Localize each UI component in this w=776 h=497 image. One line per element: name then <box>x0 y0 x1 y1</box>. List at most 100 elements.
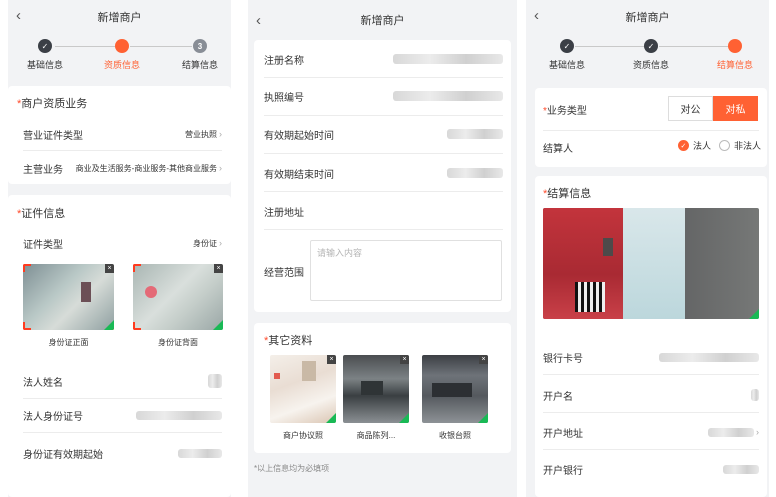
registered-address-row[interactable]: 注册地址 <box>254 200 511 222</box>
progress-stepper: ✓ 基础信息 资质信息 3 结算信息 <box>8 34 231 80</box>
business-scope-textarea[interactable]: 请输入内容 <box>310 240 502 301</box>
field-label: 法人身份证号 <box>23 411 83 423</box>
photo-blur <box>361 381 383 395</box>
divider <box>23 398 222 399</box>
legal-person-radio[interactable]: ✓ 法人 <box>677 139 711 152</box>
step-label: 结算信息 <box>716 60 753 70</box>
step-label: 基础信息 <box>548 60 585 70</box>
page-title: 新增商户 <box>360 15 405 27</box>
field-label: 银行卡号 <box>543 353 583 365</box>
redacted-value <box>751 389 759 401</box>
redacted-value <box>723 464 759 474</box>
close-icon[interactable]: × <box>327 355 336 364</box>
product-display-photo[interactable]: × <box>343 355 409 423</box>
private-option[interactable]: 对私 <box>713 96 758 121</box>
legal-id-row[interactable]: 法人身份证号 <box>8 404 231 426</box>
field-label: 开户银行 <box>543 465 583 477</box>
redacted-value <box>447 129 503 139</box>
close-icon[interactable]: × <box>214 264 223 273</box>
bank-address-row[interactable]: 开户地址 › <box>535 421 767 443</box>
business-type-toggle: 对公 对私 <box>668 96 758 121</box>
divider <box>264 153 503 154</box>
redacted-value <box>178 448 222 458</box>
photo-blur <box>432 383 472 397</box>
chevron-right-icon: › <box>756 427 759 437</box>
uploaded-check-icon <box>213 320 223 330</box>
corporate-option[interactable]: 对公 <box>668 96 713 121</box>
close-icon[interactable]: × <box>400 355 409 364</box>
divider <box>264 115 503 116</box>
legal-name-row[interactable]: 法人姓名 <box>8 370 231 392</box>
bank-card-photo[interactable] <box>543 208 759 319</box>
step-basic-info: ✓ 基础信息 <box>10 39 80 71</box>
step-settlement-info: 3 结算信息 <box>165 39 231 71</box>
divider <box>543 449 759 450</box>
license-type-row[interactable]: 营业证件类型 营业执照 › <box>8 122 231 146</box>
photo-caption: 收银台照 <box>439 431 471 440</box>
nav-bar: ‹ 新增商户 <box>526 0 769 34</box>
field-label: 注册名称 <box>264 55 304 67</box>
settlement-screen: ‹ 新增商户 ✓ 基础信息 ✓ 资质信息 结算信息 *业务类型 对公 对私 结算… <box>526 0 769 497</box>
close-icon[interactable]: × <box>479 355 488 364</box>
crop-corner <box>23 322 31 330</box>
back-arrow-icon[interactable]: ‹ <box>534 8 548 24</box>
settler-radio-group: ✓ 法人 非法人 <box>670 139 761 152</box>
photo-blur <box>274 373 280 379</box>
bank-name-row[interactable]: 开户银行 <box>535 458 767 480</box>
step-settlement-info: 结算信息 <box>700 39 769 71</box>
crop-corner <box>23 264 31 272</box>
redacted-value <box>136 410 222 420</box>
section-title: *其它资料 <box>264 335 313 347</box>
divider <box>264 229 503 230</box>
divider <box>543 374 759 375</box>
account-name-row[interactable]: 开户名 <box>535 384 767 406</box>
uploaded-check-icon <box>478 413 488 423</box>
field-label: 有效期结束时间 <box>264 169 334 181</box>
divider <box>543 130 759 131</box>
qualification-screen: ‹ 新增商户 ✓ 基础信息 资质信息 3 结算信息 *商户资质业务 营业证件类型… <box>8 0 231 497</box>
field-label: 开户名 <box>543 391 573 403</box>
progress-stepper: ✓ 基础信息 ✓ 资质信息 结算信息 <box>526 34 769 80</box>
valid-end-row[interactable]: 有效期结束时间 <box>254 162 511 184</box>
certificate-info-card: *证件信息 证件类型 身份证 › × 身份证正面 × 身份证背面 法人姓名 法人… <box>8 195 231 497</box>
photo-caption: 商户协议照 <box>283 431 323 440</box>
section-title: *证件信息 <box>17 208 66 220</box>
id-card-front-photo[interactable]: × <box>23 264 114 330</box>
photo-blur <box>145 286 157 298</box>
field-label: 有效期起始时间 <box>264 130 334 142</box>
photo-blur <box>81 282 91 302</box>
required-note: *以上信息均为必填项 <box>254 464 330 473</box>
license-details-screen: ‹ 新增商户 注册名称 执照编号 有效期起始时间 有效期结束时间 注册地址 经营… <box>248 0 517 497</box>
id-card-back-photo[interactable]: × <box>133 264 223 330</box>
redacted-value <box>659 352 759 362</box>
id-valid-start-row[interactable]: 身份证有效期起始 <box>8 442 231 464</box>
business-qualification-card: *商户资质业务 营业证件类型 营业执照 › 主营业务 商业及生活服务-商业服务-其… <box>8 86 231 184</box>
bank-card-number-row[interactable]: 银行卡号 <box>535 346 767 368</box>
agreement-photo[interactable]: × <box>270 355 336 423</box>
close-icon[interactable]: × <box>105 264 114 273</box>
photo-blur <box>302 361 316 381</box>
certificate-type-value: 身份证 <box>193 238 217 248</box>
valid-start-row[interactable]: 有效期起始时间 <box>254 123 511 145</box>
back-arrow-icon[interactable]: ‹ <box>256 13 270 29</box>
page-title: 新增商户 <box>625 12 670 24</box>
field-label: 证件类型 <box>23 239 63 251</box>
registered-name-row[interactable]: 注册名称 <box>254 48 511 70</box>
certificate-type-row[interactable]: 证件类型 身份证 › <box>8 232 231 254</box>
step-label: 结算信息 <box>181 60 218 70</box>
main-business-row[interactable]: 主营业务 商业及生活服务-商业服务-其他商业服务 › <box>8 156 231 180</box>
field-label: 注册地址 <box>264 207 304 219</box>
checkout-counter-photo[interactable]: × <box>422 355 488 423</box>
back-arrow-icon[interactable]: ‹ <box>16 8 30 24</box>
page-title: 新增商户 <box>97 12 142 24</box>
divider <box>23 150 222 151</box>
redacted-value <box>393 91 503 101</box>
redacted-value <box>708 427 754 437</box>
field-label: 营业证件类型 <box>23 130 83 142</box>
field-label: 开户地址 <box>543 428 583 440</box>
non-legal-person-radio[interactable]: 非法人 <box>718 139 761 152</box>
license-number-row[interactable]: 执照编号 <box>254 85 511 107</box>
step-label: 资质信息 <box>103 60 140 70</box>
step-qualification-info: ✓ 资质信息 <box>616 39 686 71</box>
field-label: 主营业务 <box>23 164 63 176</box>
